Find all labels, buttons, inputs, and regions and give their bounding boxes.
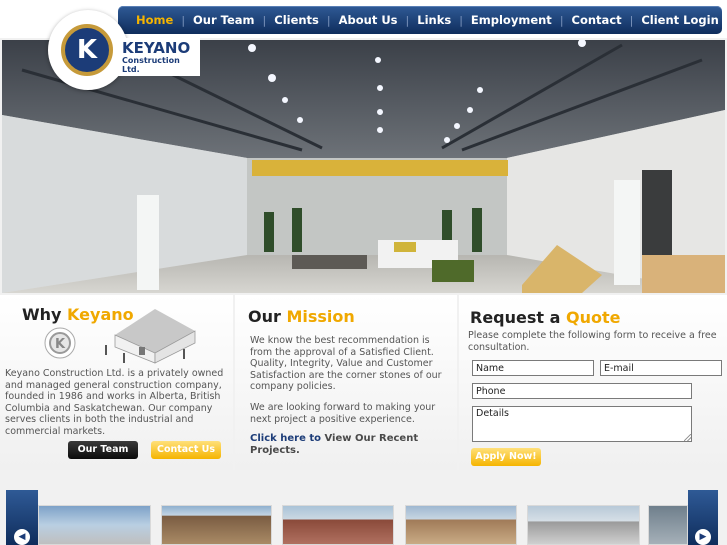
recent-projects-link[interactable]: Click here to View Our Recent Projects. [250,433,450,456]
nav-item-clients[interactable]: Clients | [266,13,330,27]
nav-link[interactable]: About Us [331,13,406,27]
mission-title-accent: Mission [286,307,355,326]
quote-intro-text: Please complete the following form to re… [468,330,717,353]
carousel-prev-block: ◀ [6,490,38,545]
nav-item-contact[interactable]: Contact | [564,13,634,27]
resize-grip-icon[interactable] [684,434,691,441]
page: { "brand": { "name": "KEYANO", "subtitle… [0,0,727,545]
contact-us-button[interactable]: Contact Us [151,441,221,459]
click-here-link[interactable]: Click here to [250,433,321,444]
quote-title-accent: Quote [565,308,621,327]
nav-link[interactable]: Employment [463,13,560,27]
why-keyano-text: Keyano Construction Ltd. is a privately … [5,368,224,437]
logo-company-name: KEYANO [122,39,191,57]
our-team-button[interactable]: Our Team [68,441,138,459]
house-drawing-image [105,309,196,364]
mission-title-plain: Our [248,307,287,326]
site-logo[interactable]: K KEYANO Construction Ltd. [42,10,200,90]
project-thumbnail[interactable] [648,505,688,545]
main-nav-bar: Home | Our Team | Clients | About Us | Links | Emp… [118,6,722,34]
nav-link[interactable]: Links [409,13,459,27]
phone-field[interactable] [472,383,692,399]
request-quote-title: Request a Quote [470,308,620,327]
why-keyano-panel: Why Keyano K Keyano Construction Ltd. is… [0,295,233,470]
projects-carousel: ◀ ▶ [0,472,727,545]
project-thumbnail[interactable] [405,505,517,545]
nav-link[interactable]: Clients [266,13,327,27]
main-nav: Home | Our Team | Clients | About Us | Links | Emp… [128,6,727,34]
nav-item-about-us[interactable]: About Us | [331,13,410,27]
apply-now-button[interactable]: Apply Now! [471,448,541,466]
mission-paragraph-2: We are looking forward to making your ne… [250,402,436,425]
nav-item-client-login[interactable]: Client Login [633,13,726,27]
quote-title-plain: Request a [470,308,566,327]
our-mission-title: Our Mission [248,307,355,326]
project-thumbnail[interactable] [38,505,151,545]
nav-item-links[interactable]: Links | [409,13,463,27]
project-thumbnail[interactable] [282,505,394,545]
nav-item-employment[interactable]: Employment | [463,13,564,27]
project-thumbnail[interactable] [527,505,640,545]
details-field[interactable]: Details [472,406,692,442]
next-arrow-icon[interactable]: ▶ [695,529,711,545]
why-title-plain: Why [22,305,68,324]
logo-company-subtitle: Construction Ltd. [122,56,180,74]
logo-k-icon: K [76,35,98,65]
request-quote-panel: Request a Quote Please complete the foll… [459,295,727,470]
details-field-wrapper: Details [472,406,692,442]
mission-paragraph-1: We know the best recommendation is from … [250,335,442,392]
logo-wordmark: KEYANO Construction Ltd. [116,38,200,76]
svg-text:K: K [55,337,66,352]
logo-ring: K [61,24,113,76]
email-field[interactable] [600,360,722,376]
our-mission-panel: Our Mission We know the best recommendat… [235,295,457,470]
prev-arrow-icon[interactable]: ◀ [14,529,30,545]
project-thumbnail[interactable] [161,505,272,545]
nav-link[interactable]: Client Login [633,13,726,27]
carousel-next-block: ▶ [688,490,718,545]
keyano-badge-icon: K [44,327,76,359]
nav-link[interactable]: Contact [564,13,630,27]
name-field[interactable] [472,360,594,376]
